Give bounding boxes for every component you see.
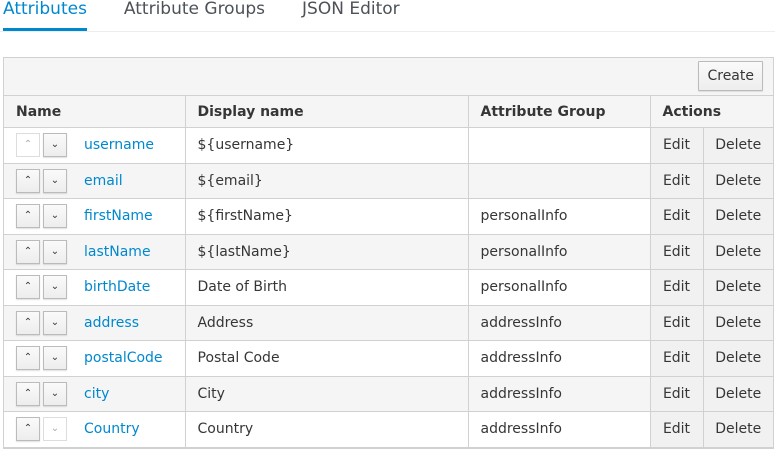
tab-json-editor[interactable]: JSON Editor [302, 0, 400, 30]
attribute-group-cell [468, 163, 651, 199]
display-name-cell: Date of Birth [185, 269, 469, 306]
edit-button[interactable]: Edit [650, 376, 704, 412]
attribute-name-link[interactable]: firstName [84, 208, 153, 224]
name-cell: ⌃ ⌄ city [4, 376, 186, 412]
name-cell: ⌃ ⌄ email [4, 163, 186, 199]
edit-button[interactable]: Edit [650, 305, 704, 341]
chevron-down-icon[interactable]: ⌄ [43, 133, 67, 158]
name-cell: ⌃ ⌄ lastName [4, 234, 186, 270]
edit-button[interactable]: Edit [650, 411, 704, 448]
create-button[interactable]: Create [698, 61, 763, 91]
chevron-down-icon[interactable]: ⌄ [43, 381, 67, 406]
name-cell: ⌃ ⌄ Country [4, 411, 186, 448]
chevron-down-icon[interactable]: ⌄ [43, 168, 67, 193]
column-header-display-name: Display name [185, 96, 469, 128]
table-row: ⌃ ⌄ postalCode Postal Code addressInfo Edi… [4, 340, 774, 377]
delete-button[interactable]: Delete [703, 305, 774, 341]
edit-button[interactable]: Edit [650, 127, 704, 164]
display-name-cell: ${username} [185, 127, 469, 164]
chevron-up-icon[interactable]: ⌃ [16, 239, 40, 264]
table-row: ⌃ ⌄ address Address addressInfo Edit Delet… [4, 305, 774, 341]
tab-attribute-groups[interactable]: Attribute Groups [124, 0, 265, 30]
toolbar: Create [4, 58, 773, 96]
delete-button[interactable]: Delete [703, 376, 774, 412]
edit-button[interactable]: Edit [650, 163, 704, 199]
table-row: ⌃ ⌄ email ${email} Edit Delete [4, 163, 774, 199]
attribute-group-cell: personalInfo [468, 234, 651, 270]
delete-button[interactable]: Delete [703, 411, 774, 448]
attribute-name-link[interactable]: address [84, 315, 139, 331]
tab-attributes[interactable]: Attributes [3, 0, 87, 31]
attribute-name-link[interactable]: city [84, 386, 109, 402]
chevron-down-icon[interactable]: ⌄ [43, 275, 67, 300]
chevron-up-icon[interactable]: ⌃ [16, 133, 40, 158]
name-cell: ⌃ ⌄ firstName [4, 198, 186, 235]
attribute-group-cell: addressInfo [468, 376, 651, 412]
chevron-up-icon[interactable]: ⌃ [16, 310, 40, 335]
edit-button[interactable]: Edit [650, 340, 704, 377]
column-header-name: Name [4, 96, 186, 128]
delete-button[interactable]: Delete [703, 163, 774, 199]
attribute-group-cell: addressInfo [468, 411, 651, 448]
edit-button[interactable]: Edit [650, 198, 704, 235]
table-row: ⌃ ⌄ Country Country addressInfo Edit Delet… [4, 411, 774, 448]
attribute-name-link[interactable]: email [84, 173, 123, 189]
attribute-name-link[interactable]: username [84, 137, 154, 153]
chevron-down-icon[interactable]: ⌄ [43, 346, 67, 371]
display-name-cell: ${lastName} [185, 234, 469, 270]
attribute-group-cell [468, 127, 651, 164]
name-cell: ⌃ ⌄ postalCode [4, 340, 186, 377]
display-name-cell: City [185, 376, 469, 412]
table-row: ⌃ ⌄ birthDate Date of Birth personalInfo E… [4, 269, 774, 306]
chevron-up-icon[interactable]: ⌃ [16, 381, 40, 406]
edit-button[interactable]: Edit [650, 234, 704, 270]
chevron-down-icon[interactable]: ⌄ [43, 204, 67, 229]
table-row: ⌃ ⌄ city City addressInfo Edit Delete [4, 376, 774, 412]
attribute-name-link[interactable]: lastName [84, 244, 151, 260]
delete-button[interactable]: Delete [703, 198, 774, 235]
chevron-down-icon[interactable]: ⌄ [43, 239, 67, 264]
attributes-table: Name Display name Attribute Group Action… [4, 96, 774, 448]
chevron-up-icon[interactable]: ⌃ [16, 204, 40, 229]
column-header-actions: Actions [650, 96, 774, 128]
chevron-down-icon[interactable]: ⌄ [43, 310, 67, 335]
delete-button[interactable]: Delete [703, 234, 774, 270]
tab-bar: Attributes Attribute Groups JSON Editor [0, 0, 775, 32]
column-header-attribute-group: Attribute Group [468, 96, 651, 128]
name-cell: ⌃ ⌄ username [4, 127, 186, 164]
chevron-down-icon[interactable]: ⌄ [43, 417, 67, 442]
display-name-cell: Country [185, 411, 469, 448]
table-row: ⌃ ⌄ username ${username} Edit Delete [4, 127, 774, 164]
edit-button[interactable]: Edit [650, 269, 704, 306]
attribute-name-link[interactable]: postalCode [84, 350, 163, 366]
chevron-up-icon[interactable]: ⌃ [16, 275, 40, 300]
display-name-cell: ${email} [185, 163, 469, 199]
attributes-panel: Create Name Display name Attribute Group… [3, 57, 774, 449]
delete-button[interactable]: Delete [703, 127, 774, 164]
attribute-name-link[interactable]: birthDate [84, 279, 150, 295]
table-row: ⌃ ⌄ lastName ${lastName} personalInfo Edit… [4, 234, 774, 270]
attribute-group-cell: addressInfo [468, 305, 651, 341]
delete-button[interactable]: Delete [703, 340, 774, 377]
delete-button[interactable]: Delete [703, 269, 774, 306]
attribute-name-link[interactable]: Country [84, 421, 140, 437]
attribute-group-cell: addressInfo [468, 340, 651, 377]
attribute-group-cell: personalInfo [468, 269, 651, 306]
chevron-up-icon[interactable]: ⌃ [16, 346, 40, 371]
name-cell: ⌃ ⌄ birthDate [4, 269, 186, 306]
attribute-group-cell: personalInfo [468, 198, 651, 235]
display-name-cell: Postal Code [185, 340, 469, 377]
table-row: ⌃ ⌄ firstName ${firstName} personalInfo Ed… [4, 198, 774, 235]
display-name-cell: Address [185, 305, 469, 341]
chevron-up-icon[interactable]: ⌃ [16, 168, 40, 193]
name-cell: ⌃ ⌄ address [4, 305, 186, 341]
display-name-cell: ${firstName} [185, 198, 469, 235]
chevron-up-icon[interactable]: ⌃ [16, 417, 40, 442]
